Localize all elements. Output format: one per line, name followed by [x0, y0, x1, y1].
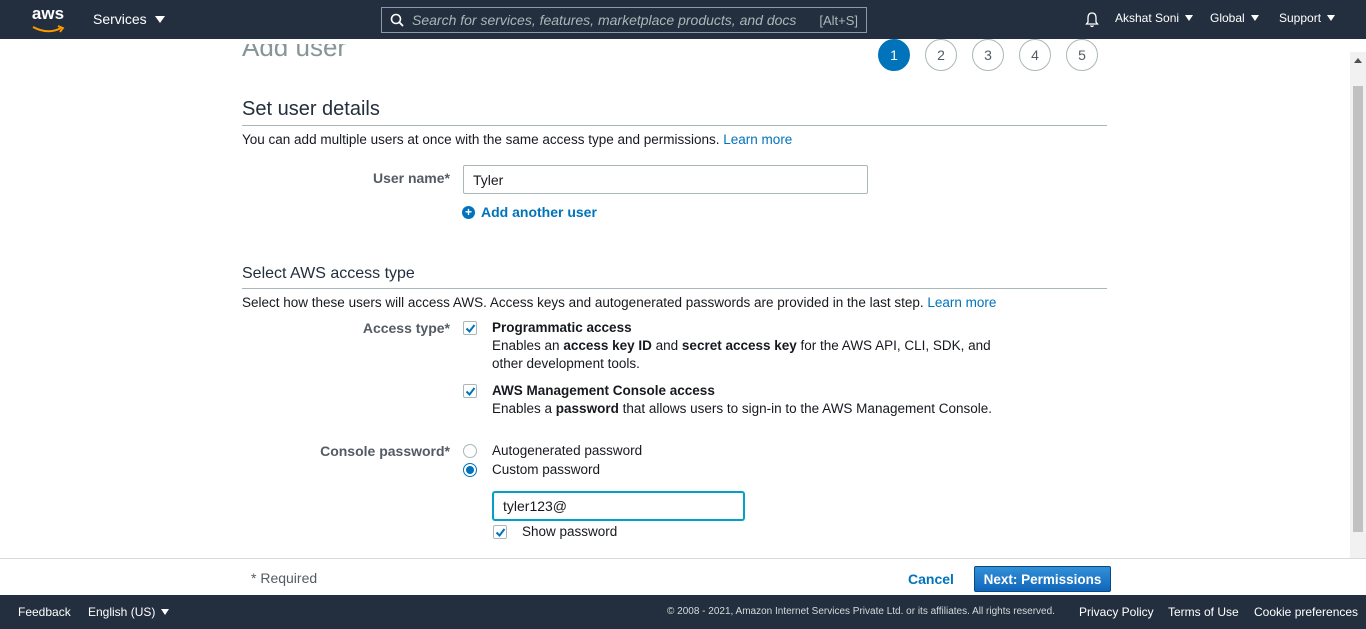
- scroll-thumb[interactable]: [1353, 86, 1363, 532]
- console-password-label: Console password*: [320, 443, 450, 459]
- programmatic-access-title: Programmatic access: [492, 320, 632, 335]
- top-navigation-bar: aws Services [Alt+S] Akshat Soni Global …: [0, 0, 1366, 39]
- services-label: Services: [93, 11, 147, 27]
- add-another-user-label: Add another user: [481, 204, 597, 220]
- region-menu[interactable]: Global: [1210, 11, 1259, 25]
- page-scrollbar[interactable]: [1350, 52, 1366, 558]
- user-details-description: You can add multiple users at once with …: [242, 132, 792, 147]
- custom-password-radio[interactable]: [463, 463, 477, 477]
- console-access-checkbox[interactable]: [463, 384, 477, 398]
- access-type-description-text: Select how these users will access AWS. …: [242, 295, 924, 310]
- chevron-down-icon: [161, 609, 170, 615]
- region-label: Global: [1210, 11, 1245, 25]
- plus-circle-icon: +: [462, 205, 475, 219]
- programmatic-access-description: Enables an access key ID and secret acce…: [492, 338, 991, 371]
- learn-more-link[interactable]: Learn more: [927, 295, 996, 310]
- custom-password-input[interactable]: tyler123@: [493, 492, 744, 520]
- services-menu[interactable]: Services: [93, 11, 165, 27]
- divider: [242, 125, 1107, 126]
- smile-arrow-icon: [32, 25, 65, 33]
- username-label: User name*: [372, 170, 450, 186]
- support-label: Support: [1279, 11, 1322, 25]
- language-label: English (US): [88, 605, 156, 619]
- aws-logo[interactable]: aws: [30, 4, 66, 34]
- copyright-text: © 2008 - 2021, Amazon Internet Services …: [667, 606, 1055, 617]
- wizard-step-2[interactable]: 2: [925, 39, 957, 71]
- chevron-down-icon: [154, 15, 165, 23]
- notifications-bell-icon[interactable]: [1085, 12, 1099, 31]
- console-access-title: AWS Management Console access: [492, 383, 715, 398]
- access-type-description: Select how these users will access AWS. …: [242, 295, 996, 310]
- console-access-description: Enables a password that allows users to …: [492, 401, 993, 416]
- search-bar[interactable]: [Alt+S]: [381, 7, 867, 33]
- set-user-details-heading: Set user details: [242, 98, 380, 120]
- feedback-link[interactable]: Feedback: [18, 605, 71, 619]
- wizard-step-5[interactable]: 5: [1066, 39, 1098, 71]
- checkmark-icon: [465, 386, 475, 396]
- wizard-step-3[interactable]: 3: [972, 39, 1004, 71]
- next-permissions-button[interactable]: Next: Permissions: [974, 566, 1111, 592]
- cookie-preferences-link[interactable]: Cookie preferences: [1254, 605, 1358, 619]
- account-name: Akshat Soni: [1115, 11, 1180, 25]
- custom-password-label: Custom password: [492, 462, 601, 477]
- show-password-checkbox[interactable]: [493, 525, 507, 539]
- account-menu[interactable]: Akshat Soni: [1115, 11, 1194, 25]
- autogenerated-password-label: Autogenerated password: [492, 443, 643, 458]
- access-type-heading: Select AWS access type: [242, 265, 415, 282]
- search-icon: [382, 13, 412, 27]
- privacy-policy-link[interactable]: Privacy Policy: [1079, 605, 1154, 619]
- checkmark-icon: [465, 323, 475, 333]
- required-note: * Required: [251, 570, 318, 586]
- wizard-step-1[interactable]: 1: [878, 39, 910, 71]
- chevron-down-icon: [1185, 15, 1194, 21]
- username-input[interactable]: Tyler: [463, 165, 868, 194]
- user-details-description-text: You can add multiple users at once with …: [242, 132, 720, 147]
- programmatic-access-checkbox[interactable]: [463, 321, 477, 335]
- divider: [242, 288, 1107, 289]
- support-menu[interactable]: Support: [1279, 11, 1336, 25]
- search-shortcut-hint: [Alt+S]: [819, 12, 858, 28]
- chevron-down-icon: [1327, 15, 1336, 21]
- terms-of-use-link[interactable]: Terms of Use: [1168, 605, 1239, 619]
- add-another-user-button[interactable]: + Add another user: [462, 204, 597, 220]
- language-selector[interactable]: English (US): [88, 605, 170, 619]
- search-input[interactable]: [412, 12, 820, 28]
- autogenerated-password-radio[interactable]: [463, 444, 477, 458]
- cancel-button[interactable]: Cancel: [908, 571, 954, 587]
- access-type-label: Access type*: [362, 320, 450, 336]
- wizard-footer: * Required Cancel Next: Permissions: [0, 558, 1366, 595]
- show-password-label: Show password: [522, 524, 618, 539]
- console-footer: Feedback English (US) © 2008 - 2021, Ama…: [0, 595, 1366, 629]
- learn-more-link[interactable]: Learn more: [723, 132, 792, 147]
- wizard-step-4[interactable]: 4: [1019, 39, 1051, 71]
- scroll-up-arrow-icon[interactable]: [1354, 58, 1362, 63]
- checkmark-icon: [495, 527, 505, 537]
- aws-logo-text: aws: [31, 4, 65, 23]
- chevron-down-icon: [1250, 15, 1259, 21]
